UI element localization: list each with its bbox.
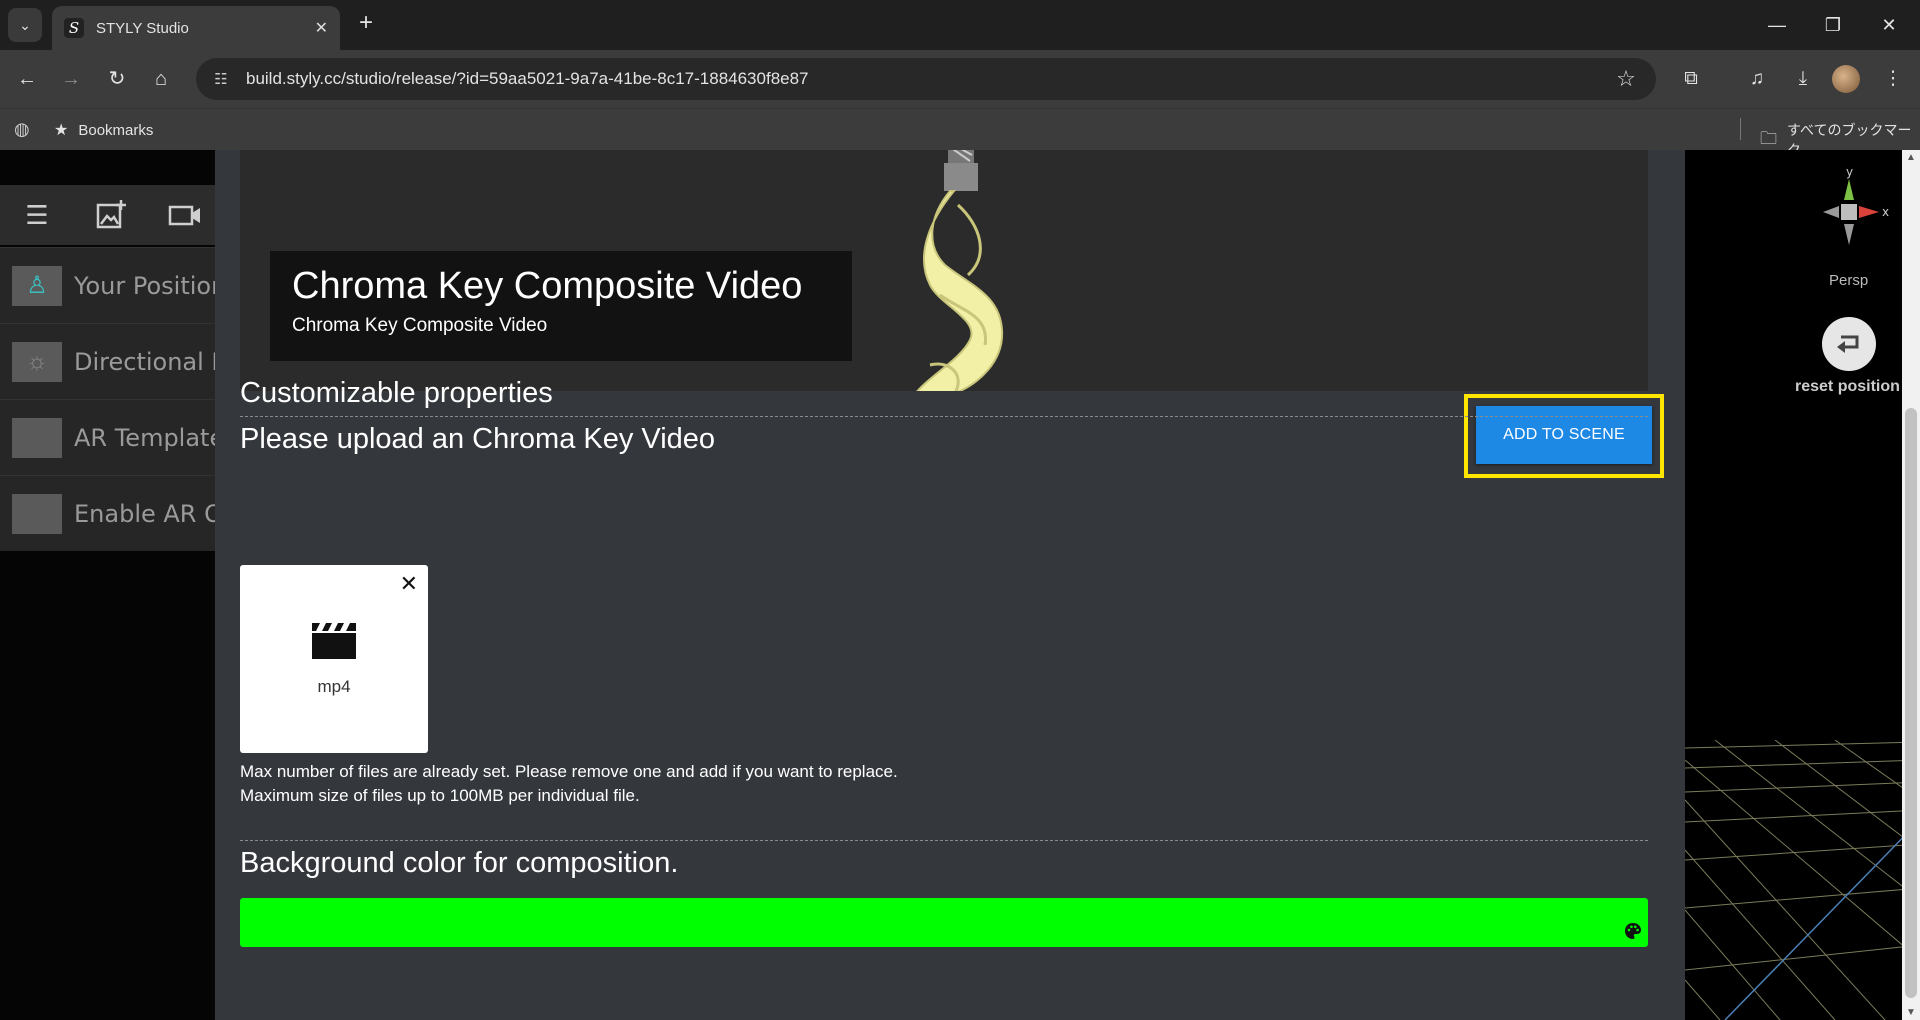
reset-position-button[interactable] (1822, 317, 1876, 371)
gizmo-y-label: y (1846, 166, 1853, 179)
scene-viewport[interactable]: y x Persp reset position (1685, 150, 1920, 1020)
layer-name: Enable AR Oc (74, 499, 215, 528)
back-arrow-icon[interactable]: ← (12, 64, 42, 94)
upload-video-heading: Please upload an Chroma Key Video (240, 423, 716, 455)
axis-gizmo-icon[interactable]: y x (1809, 166, 1889, 258)
browser-toolbar: ← → ↻ ⌂ ☷ build.styly.cc/studio/release/… (0, 50, 1920, 108)
scroll-down-arrow-icon[interactable]: ▼ (1902, 1007, 1920, 1018)
layer-toolbar: ☰ (0, 185, 215, 245)
address-url[interactable]: build.styly.cc/studio/release/?id=59aa50… (246, 69, 1612, 89)
bookmarks-folder[interactable]: ★ Bookmarks (54, 120, 153, 140)
light-bulb-image (916, 150, 1004, 391)
hamburger-menu-icon[interactable]: ☰ (20, 199, 54, 231)
background-color-heading: Background color for composition. (240, 847, 679, 879)
layer-name: Directional Li (74, 347, 215, 376)
background-color-picker[interactable] (240, 898, 1648, 947)
browser-tab-active[interactable]: S STYLY Studio ✕ (52, 6, 340, 50)
return-arrow-icon (1837, 335, 1859, 353)
browser-tab-bar: ⌄ S STYLY Studio ✕ + — ❐ ✕ (0, 0, 1920, 50)
scene-grid (1685, 740, 1920, 1020)
media-controls-icon[interactable]: ♫ (1742, 64, 1772, 94)
scrollbar-thumb[interactable] (1905, 408, 1917, 998)
add-image-icon[interactable] (94, 199, 128, 231)
layer-item[interactable]: AR Template (0, 399, 215, 475)
site-settings-icon[interactable]: ☷ (210, 70, 232, 88)
page-scrollbar[interactable]: ▲ ▼ (1902, 150, 1920, 1020)
asset-title: Chroma Key Composite Video (292, 265, 803, 307)
file-extension: mp4 (317, 677, 351, 696)
window-restore-button[interactable]: ❐ (1818, 10, 1848, 40)
profile-avatar[interactable] (1832, 65, 1860, 93)
scroll-up-arrow-icon[interactable]: ▲ (1902, 152, 1920, 163)
asset-preview-banner: Chroma Key Composite Video Chroma Key Co… (240, 150, 1648, 391)
tab-search-button[interactable]: ⌄ (8, 8, 42, 42)
remove-file-icon[interactable]: ✕ (400, 573, 418, 595)
address-bar[interactable]: ☷ build.styly.cc/studio/release/?id=59aa… (196, 58, 1656, 100)
download-icon[interactable]: ⤓ (1788, 64, 1818, 94)
reload-icon[interactable]: ↻ (102, 64, 132, 94)
customizable-properties-heading: Customizable properties (240, 377, 553, 409)
asset-title-box: Chroma Key Composite Video Chroma Key Co… (270, 251, 852, 361)
section-divider (240, 416, 1648, 417)
layer-name: Your Position (74, 271, 215, 300)
bookmarks-label: Bookmarks (78, 121, 154, 139)
window-minimize-button[interactable]: — (1762, 10, 1792, 40)
sun-icon: ☼ (12, 341, 62, 382)
star-icon: ★ (54, 122, 69, 139)
styly-favicon-icon: S (64, 18, 84, 38)
tab-close-icon[interactable]: ✕ (315, 18, 328, 38)
max-size-note: Maximum size of files up to 100MB per in… (240, 786, 640, 805)
asset-subtitle: Chroma Key Composite Video (292, 315, 548, 336)
layer-item[interactable]: ☼ Directional Li (0, 323, 215, 399)
new-tab-button[interactable]: + (354, 11, 378, 36)
layer-thumbnail (12, 493, 62, 534)
styly-studio-app: ☰ ♙ Your Position ☼ Directional Li AR Te… (0, 150, 1920, 1020)
max-files-note: Max number of files are already set. Ple… (240, 762, 898, 781)
bookmarks-bar: ◍ ★ Bookmarks 🗀 すべてのブックマーク (0, 108, 1920, 158)
layer-item[interactable]: ♙ Your Position (0, 247, 215, 323)
person-icon: ♙ (12, 265, 62, 306)
video-camera-icon[interactable] (168, 199, 202, 231)
forward-arrow-icon[interactable]: → (56, 64, 86, 94)
globe-icon[interactable]: ◍ (14, 119, 30, 140)
asset-detail-panel: Chroma Key Composite Video Chroma Key Co… (215, 150, 1685, 1020)
bookmarks-divider (1740, 118, 1741, 140)
bookmark-star-icon[interactable]: ☆ (1612, 66, 1640, 92)
layer-name: AR Template (74, 423, 215, 452)
extensions-icon[interactable]: ⧉ (1676, 64, 1706, 94)
layer-list: ♙ Your Position ☼ Directional Li AR Temp… (0, 247, 215, 551)
clapperboard-icon (312, 623, 356, 659)
home-icon[interactable]: ⌂ (146, 64, 176, 94)
tab-title: STYLY Studio (96, 19, 189, 37)
gizmo-x-label: x (1882, 205, 1889, 219)
reset-position-label: reset position (1795, 378, 1900, 395)
window-close-button[interactable]: ✕ (1874, 10, 1904, 40)
projection-label[interactable]: Persp (1829, 272, 1868, 289)
section-divider (240, 840, 1648, 841)
layer-thumbnail (12, 417, 62, 458)
uploaded-file-card[interactable]: ✕ mp4 (240, 565, 428, 753)
palette-icon[interactable] (1624, 922, 1642, 940)
layer-panel: ☰ ♙ Your Position ☼ Directional Li AR Te… (0, 150, 215, 1020)
layer-item[interactable]: Enable AR Oc (0, 475, 215, 551)
add-to-scene-button[interactable]: ADD TO SCENE (1476, 406, 1652, 464)
more-menu-icon[interactable]: ⋮ (1878, 64, 1908, 94)
chevron-down-icon: ⌄ (19, 16, 31, 33)
